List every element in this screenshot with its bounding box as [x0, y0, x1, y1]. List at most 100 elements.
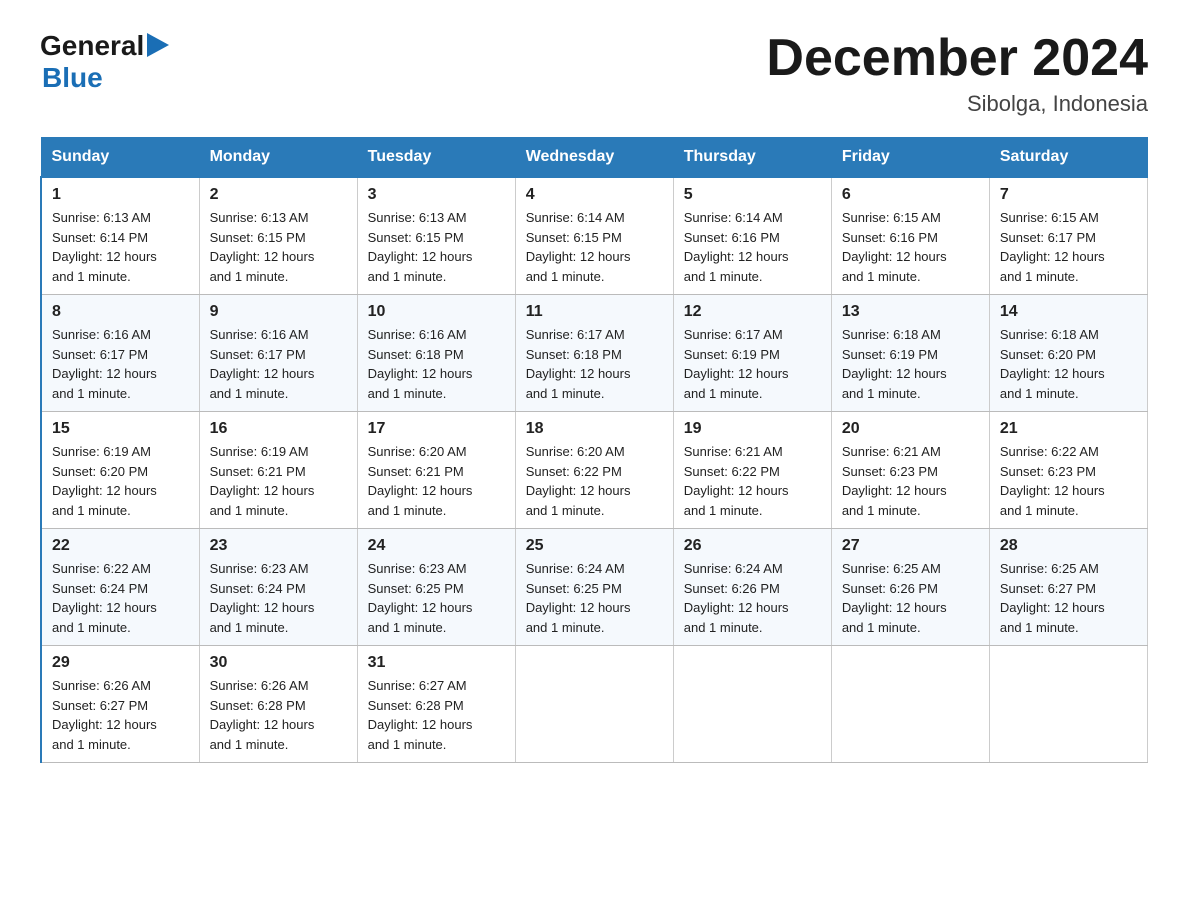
day-info: Sunrise: 6:25 AM Sunset: 6:27 PM Dayligh… [1000, 559, 1137, 637]
logo-row1: General [40, 30, 169, 62]
day-info: Sunrise: 6:13 AM Sunset: 6:15 PM Dayligh… [368, 208, 505, 286]
day-number: 2 [210, 186, 347, 204]
day-info: Sunrise: 6:17 AM Sunset: 6:19 PM Dayligh… [684, 325, 821, 403]
day-info: Sunrise: 6:25 AM Sunset: 6:26 PM Dayligh… [842, 559, 979, 637]
day-info: Sunrise: 6:14 AM Sunset: 6:16 PM Dayligh… [684, 208, 821, 286]
day-info: Sunrise: 6:16 AM Sunset: 6:18 PM Dayligh… [368, 325, 505, 403]
day-number: 9 [210, 303, 347, 321]
calendar-cell: 20 Sunrise: 6:21 AM Sunset: 6:23 PM Dayl… [831, 412, 989, 529]
day-info: Sunrise: 6:24 AM Sunset: 6:26 PM Dayligh… [684, 559, 821, 637]
logo-text-general: General [40, 30, 144, 62]
day-info: Sunrise: 6:21 AM Sunset: 6:23 PM Dayligh… [842, 442, 979, 520]
calendar-week-row: 22 Sunrise: 6:22 AM Sunset: 6:24 PM Dayl… [41, 529, 1148, 646]
day-info: Sunrise: 6:18 AM Sunset: 6:19 PM Dayligh… [842, 325, 979, 403]
day-number: 6 [842, 186, 979, 204]
day-number: 29 [52, 654, 189, 672]
col-sunday: Sunday [41, 138, 199, 178]
calendar-cell: 23 Sunrise: 6:23 AM Sunset: 6:24 PM Dayl… [199, 529, 357, 646]
day-number: 12 [684, 303, 821, 321]
calendar-cell [831, 646, 989, 763]
day-info: Sunrise: 6:15 AM Sunset: 6:17 PM Dayligh… [1000, 208, 1137, 286]
calendar-cell [673, 646, 831, 763]
calendar-body: 1 Sunrise: 6:13 AM Sunset: 6:14 PM Dayli… [41, 177, 1148, 763]
day-number: 15 [52, 420, 189, 438]
day-number: 28 [1000, 537, 1137, 555]
col-saturday: Saturday [989, 138, 1147, 178]
header-row: Sunday Monday Tuesday Wednesday Thursday… [41, 138, 1148, 178]
calendar-cell: 25 Sunrise: 6:24 AM Sunset: 6:25 PM Dayl… [515, 529, 673, 646]
calendar-cell: 5 Sunrise: 6:14 AM Sunset: 6:16 PM Dayli… [673, 177, 831, 295]
day-info: Sunrise: 6:22 AM Sunset: 6:24 PM Dayligh… [52, 559, 189, 637]
day-number: 22 [52, 537, 189, 555]
day-info: Sunrise: 6:13 AM Sunset: 6:15 PM Dayligh… [210, 208, 347, 286]
day-info: Sunrise: 6:16 AM Sunset: 6:17 PM Dayligh… [52, 325, 189, 403]
logo: General Blue [40, 30, 169, 94]
day-info: Sunrise: 6:19 AM Sunset: 6:21 PM Dayligh… [210, 442, 347, 520]
calendar-cell: 6 Sunrise: 6:15 AM Sunset: 6:16 PM Dayli… [831, 177, 989, 295]
col-friday: Friday [831, 138, 989, 178]
calendar-cell: 4 Sunrise: 6:14 AM Sunset: 6:15 PM Dayli… [515, 177, 673, 295]
day-info: Sunrise: 6:26 AM Sunset: 6:27 PM Dayligh… [52, 676, 189, 754]
calendar-cell: 2 Sunrise: 6:13 AM Sunset: 6:15 PM Dayli… [199, 177, 357, 295]
calendar-cell [515, 646, 673, 763]
calendar-week-row: 29 Sunrise: 6:26 AM Sunset: 6:27 PM Dayl… [41, 646, 1148, 763]
day-number: 8 [52, 303, 189, 321]
day-number: 24 [368, 537, 505, 555]
day-number: 18 [526, 420, 663, 438]
calendar-cell: 29 Sunrise: 6:26 AM Sunset: 6:27 PM Dayl… [41, 646, 199, 763]
calendar-cell: 31 Sunrise: 6:27 AM Sunset: 6:28 PM Dayl… [357, 646, 515, 763]
day-number: 5 [684, 186, 821, 204]
calendar-cell: 21 Sunrise: 6:22 AM Sunset: 6:23 PM Dayl… [989, 412, 1147, 529]
day-number: 17 [368, 420, 505, 438]
calendar-cell: 8 Sunrise: 6:16 AM Sunset: 6:17 PM Dayli… [41, 295, 199, 412]
calendar-cell: 30 Sunrise: 6:26 AM Sunset: 6:28 PM Dayl… [199, 646, 357, 763]
calendar-cell: 28 Sunrise: 6:25 AM Sunset: 6:27 PM Dayl… [989, 529, 1147, 646]
calendar-cell: 19 Sunrise: 6:21 AM Sunset: 6:22 PM Dayl… [673, 412, 831, 529]
day-number: 31 [368, 654, 505, 672]
day-number: 30 [210, 654, 347, 672]
day-number: 25 [526, 537, 663, 555]
calendar-cell: 13 Sunrise: 6:18 AM Sunset: 6:19 PM Dayl… [831, 295, 989, 412]
day-info: Sunrise: 6:24 AM Sunset: 6:25 PM Dayligh… [526, 559, 663, 637]
calendar-cell: 3 Sunrise: 6:13 AM Sunset: 6:15 PM Dayli… [357, 177, 515, 295]
col-wednesday: Wednesday [515, 138, 673, 178]
day-number: 16 [210, 420, 347, 438]
day-info: Sunrise: 6:23 AM Sunset: 6:24 PM Dayligh… [210, 559, 347, 637]
day-number: 11 [526, 303, 663, 321]
calendar-cell: 1 Sunrise: 6:13 AM Sunset: 6:14 PM Dayli… [41, 177, 199, 295]
col-tuesday: Tuesday [357, 138, 515, 178]
calendar-cell: 22 Sunrise: 6:22 AM Sunset: 6:24 PM Dayl… [41, 529, 199, 646]
day-number: 14 [1000, 303, 1137, 321]
day-info: Sunrise: 6:27 AM Sunset: 6:28 PM Dayligh… [368, 676, 505, 754]
day-number: 3 [368, 186, 505, 204]
calendar-week-row: 8 Sunrise: 6:16 AM Sunset: 6:17 PM Dayli… [41, 295, 1148, 412]
calendar-cell: 18 Sunrise: 6:20 AM Sunset: 6:22 PM Dayl… [515, 412, 673, 529]
day-info: Sunrise: 6:15 AM Sunset: 6:16 PM Dayligh… [842, 208, 979, 286]
calendar-cell: 26 Sunrise: 6:24 AM Sunset: 6:26 PM Dayl… [673, 529, 831, 646]
day-info: Sunrise: 6:22 AM Sunset: 6:23 PM Dayligh… [1000, 442, 1137, 520]
month-title: December 2024 [766, 30, 1148, 87]
calendar-cell: 11 Sunrise: 6:17 AM Sunset: 6:18 PM Dayl… [515, 295, 673, 412]
day-number: 13 [842, 303, 979, 321]
logo-triangle-icon [147, 33, 169, 57]
day-info: Sunrise: 6:20 AM Sunset: 6:22 PM Dayligh… [526, 442, 663, 520]
day-info: Sunrise: 6:17 AM Sunset: 6:18 PM Dayligh… [526, 325, 663, 403]
calendar-week-row: 1 Sunrise: 6:13 AM Sunset: 6:14 PM Dayli… [41, 177, 1148, 295]
col-monday: Monday [199, 138, 357, 178]
calendar-week-row: 15 Sunrise: 6:19 AM Sunset: 6:20 PM Dayl… [41, 412, 1148, 529]
day-number: 27 [842, 537, 979, 555]
day-number: 4 [526, 186, 663, 204]
day-number: 19 [684, 420, 821, 438]
day-info: Sunrise: 6:23 AM Sunset: 6:25 PM Dayligh… [368, 559, 505, 637]
day-info: Sunrise: 6:20 AM Sunset: 6:21 PM Dayligh… [368, 442, 505, 520]
page-header: General Blue December 2024 Sibolga, Indo… [40, 30, 1148, 117]
day-info: Sunrise: 6:14 AM Sunset: 6:15 PM Dayligh… [526, 208, 663, 286]
day-info: Sunrise: 6:18 AM Sunset: 6:20 PM Dayligh… [1000, 325, 1137, 403]
day-number: 10 [368, 303, 505, 321]
col-thursday: Thursday [673, 138, 831, 178]
calendar-cell: 15 Sunrise: 6:19 AM Sunset: 6:20 PM Dayl… [41, 412, 199, 529]
day-info: Sunrise: 6:13 AM Sunset: 6:14 PM Dayligh… [52, 208, 189, 286]
calendar-cell: 24 Sunrise: 6:23 AM Sunset: 6:25 PM Dayl… [357, 529, 515, 646]
calendar-header: Sunday Monday Tuesday Wednesday Thursday… [41, 138, 1148, 178]
day-number: 1 [52, 186, 189, 204]
